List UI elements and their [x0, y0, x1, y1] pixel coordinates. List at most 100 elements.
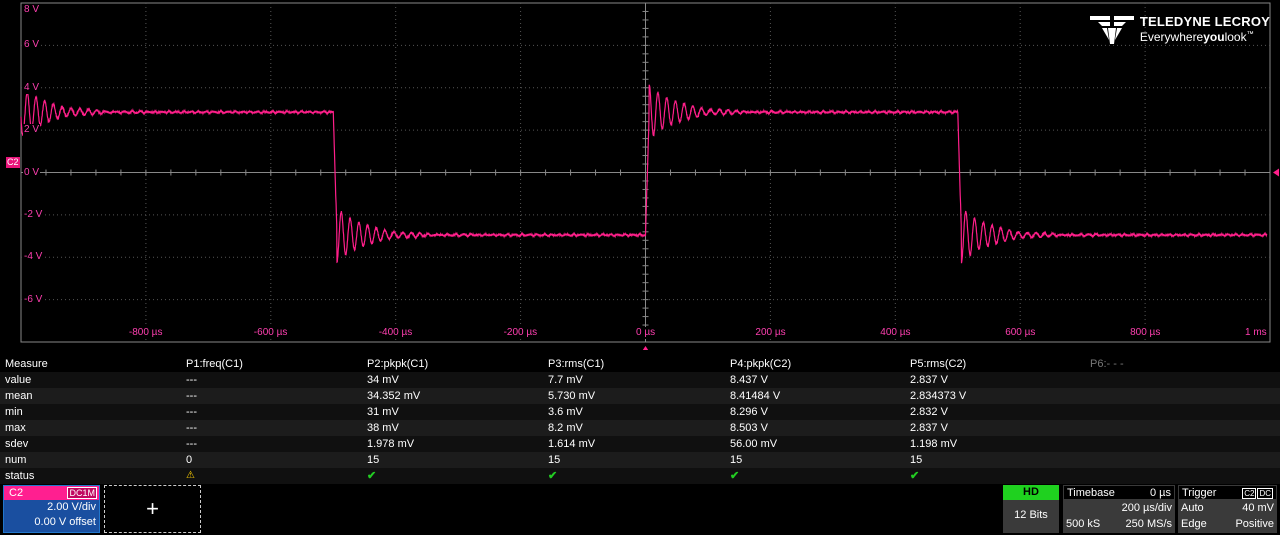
time-label: 1 ms — [1244, 327, 1268, 339]
waveform-display[interactable]: 8 V 6 V 4 V 2 V 0 V -2 V -4 V -6 V -800 µs -600 … — [0, 0, 1280, 352]
measure-cell: 0 — [186, 454, 193, 466]
control-bar: C2 DC1M 2.00 V/div 0.00 V offset + HD 12… — [0, 485, 1280, 535]
hd-bits: 12 Bits — [1014, 509, 1048, 521]
measure-cell: 8.41484 V — [730, 390, 781, 402]
timebase-descriptor[interactable]: Timebase 0 µs 200 µs/div 500 kS 250 MS/s — [1063, 485, 1175, 533]
waveform-grid — [20, 2, 1279, 352]
measure-header-5[interactable]: P5:rms(C2) — [910, 356, 966, 372]
volt-label: 4 V — [23, 81, 41, 94]
trigger-descriptor[interactable]: Trigger C2 DC Auto 40 mV Edge Positive — [1178, 485, 1277, 533]
checkmark-icon: ✔ — [548, 470, 558, 482]
measure-status-row: status ⚠ ✔ ✔ ✔ ✔ — [0, 468, 1280, 484]
timebase-tdiv: 200 µs/div — [1121, 502, 1172, 514]
measure-cell: 3.6 mV — [548, 406, 583, 418]
measure-cell: 2.837 V — [910, 374, 948, 386]
measure-header-1[interactable]: P1:freq(C1) — [186, 356, 243, 372]
time-label: -200 µs — [502, 327, 539, 339]
trigger-slope: Positive — [1235, 518, 1274, 530]
time-label: 600 µs — [1004, 327, 1037, 339]
time-label: 400 µs — [879, 327, 912, 339]
checkmark-icon: ✔ — [910, 470, 920, 482]
trigger-level: 40 mV — [1242, 502, 1274, 514]
measure-cell: 15 — [548, 454, 561, 466]
measure-row: num 0 15 15 15 15 — [0, 452, 1280, 468]
teledyne-lecroy-logo: TELEDYNE LECROY Everywhereyoulook™ — [1089, 14, 1270, 44]
volt-label: 6 V — [23, 39, 41, 52]
measure-cell: --- — [186, 422, 197, 434]
trigger-coupling-badge: DC — [1257, 488, 1273, 499]
waveform-trace-c2 — [20, 84, 1268, 264]
timebase-delay: 0 µs — [1149, 487, 1171, 499]
measure-cell: value — [5, 374, 32, 386]
trigger-label: Trigger — [1182, 487, 1217, 499]
add-trace-button[interactable]: + — [104, 485, 201, 533]
measure-cell: num — [5, 454, 27, 466]
measure-cell: 2.832 V — [910, 406, 948, 418]
trigger-type: Edge — [1181, 518, 1207, 530]
measure-cell: 56.00 mV — [730, 438, 778, 450]
measure-cell: 1.198 mV — [910, 438, 958, 450]
time-label: 800 µs — [1129, 327, 1162, 339]
channel-c2-descriptor[interactable]: C2 DC1M 2.00 V/div 0.00 V offset — [3, 485, 100, 533]
time-label: 0 µs — [635, 327, 657, 339]
measure-cell: --- — [186, 374, 197, 386]
measure-row: max --- 38 mV 8.2 mV 8.503 V 2.837 V — [0, 420, 1280, 436]
measure-cell: 2.837 V — [910, 422, 948, 434]
warning-icon: ⚠ — [186, 470, 195, 481]
measure-cell: 34 mV — [367, 374, 399, 386]
measure-header-2[interactable]: P2:pkpk(C1) — [367, 356, 428, 372]
measure-header-row: Measure P1:freq(C1) P2:pkpk(C1) P3:rms(C1) P… — [0, 356, 1280, 372]
measure-cell: sdev — [5, 438, 29, 450]
channel-offset: 0.00 V offset — [34, 516, 96, 528]
timebase-samples: 500 kS — [1066, 518, 1101, 530]
checkmark-icon: ✔ — [367, 470, 377, 482]
measure-header-3[interactable]: P3:rms(C1) — [548, 356, 604, 372]
measure-cell: 5.730 mV — [548, 390, 596, 402]
channel-offset-marker[interactable]: C2 — [6, 157, 20, 168]
measure-header-0: Measure — [5, 358, 48, 370]
measure-cell: 38 mV — [367, 422, 399, 434]
measurement-table[interactable]: Measure P1:freq(C1) P2:pkpk(C1) P3:rms(C1) P… — [0, 356, 1280, 484]
teledyne-logo-icon — [1089, 16, 1134, 44]
logo-tagline: Everywhereyoulook™ — [1139, 29, 1254, 44]
measure-cell: 8.437 V — [730, 374, 768, 386]
measure-cell: 8.503 V — [730, 422, 768, 434]
checkmark-icon: ✔ — [730, 470, 740, 482]
measure-cell: max — [5, 422, 26, 434]
measure-row: mean --- 34.352 mV 5.730 mV 8.41484 V 2.83437… — [0, 388, 1280, 404]
measure-cell: --- — [186, 390, 197, 402]
hd-descriptor[interactable]: HD 12 Bits — [1003, 485, 1059, 533]
volt-label: 8 V — [23, 4, 41, 16]
volt-label: 0 V — [23, 166, 41, 179]
hd-label: HD — [1003, 485, 1059, 500]
channel-vdiv: 2.00 V/div — [47, 501, 96, 513]
measure-cell: 8.296 V — [730, 406, 768, 418]
measure-row: sdev --- 1.978 mV 1.614 mV 56.00 mV 1.198 mV — [0, 436, 1280, 452]
measure-cell: 1.614 mV — [548, 438, 596, 450]
timebase-label: Timebase — [1067, 487, 1115, 499]
time-label: -600 µs — [252, 327, 289, 339]
timebase-rate: 250 MS/s — [1125, 518, 1172, 530]
measure-cell: 31 mV — [367, 406, 399, 418]
trigger-source-badge: C2 — [1242, 488, 1257, 499]
measure-header-4[interactable]: P4:pkpk(C2) — [730, 356, 791, 372]
measure-cell: min — [5, 406, 23, 418]
measure-cell: 15 — [730, 454, 743, 466]
measure-cell: 7.7 mV — [548, 374, 583, 386]
coupling-badge: DC1M — [67, 487, 97, 499]
volt-label: 2 V — [23, 124, 41, 137]
measure-row: value --- 34 mV 7.7 mV 8.437 V 2.837 V — [0, 372, 1280, 388]
volt-label: -2 V — [23, 208, 44, 221]
time-label: -400 µs — [377, 327, 414, 339]
measure-header-6[interactable]: P6:- - - — [1090, 356, 1124, 372]
measure-cell: mean — [5, 390, 33, 402]
status-label: status — [5, 470, 35, 482]
measure-cell: 15 — [367, 454, 380, 466]
channel-name: C2 — [9, 487, 24, 499]
trigger-time-marker — [641, 346, 650, 352]
measure-cell: 1.978 mV — [367, 438, 415, 450]
measure-cell: 8.2 mV — [548, 422, 583, 434]
measure-cell: 15 — [910, 454, 923, 466]
trigger-level-marker — [1273, 168, 1279, 177]
measure-cell: 34.352 mV — [367, 390, 421, 402]
